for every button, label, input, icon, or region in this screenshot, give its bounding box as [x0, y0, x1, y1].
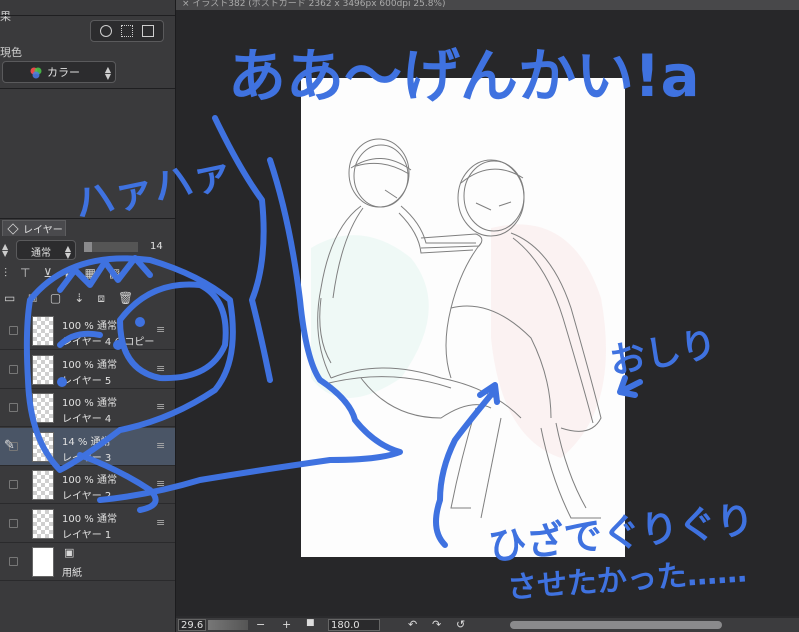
layer-row[interactable]: 100 % 通常 レイヤー 1 ≡	[0, 504, 175, 543]
drawing-paper[interactable]	[301, 78, 625, 557]
layer-opacity-mode: 100 % 通常	[62, 513, 117, 525]
menu-icon[interactable]: ≡	[156, 439, 165, 452]
menu-icon[interactable]: ≡	[156, 477, 165, 490]
color-mode-select[interactable]: カラー ▲ ▼	[2, 61, 116, 83]
layer-row[interactable]: ✎ 14 % 通常 レイヤー 3 ≡	[0, 427, 175, 466]
menu-icon[interactable]: ≡	[156, 516, 165, 529]
layer-opacity-mode: 100 % 通常	[62, 398, 117, 409]
left-panel: 果 現色 カラー ▲ ▼ レイヤー ▲ ▼ 通常 ▲ ▼ 14 ⫶ ⊤ ⊻ 🔒︎…	[0, 0, 176, 632]
divider	[0, 218, 175, 219]
paper-icon: ▣	[64, 546, 75, 559]
layer-thumbnail	[32, 431, 54, 462]
blend-mode-select[interactable]: 通常 ▲ ▼	[16, 240, 76, 260]
visibility-toggle[interactable]	[9, 518, 18, 528]
menu-icon[interactable]: ≡	[156, 400, 165, 413]
zoom-input[interactable]: 29.6	[178, 619, 206, 631]
visibility-toggle[interactable]	[9, 480, 18, 489]
layer-name: レイヤー 5	[62, 375, 112, 387]
layer-name: レイヤー 4 のコピー	[62, 337, 155, 348]
opacity-slider-fill	[84, 242, 92, 252]
layer-row[interactable]: 100 % 通常 レイヤー 5 ≡	[0, 350, 175, 389]
zoom-slider[interactable]	[208, 620, 248, 630]
layer-icon	[7, 223, 19, 235]
layer-thumbnail	[32, 393, 54, 423]
rotation-input[interactable]: 180.0	[328, 619, 380, 631]
chevron-updown-icon: ▲ ▼	[64, 244, 71, 260]
close-icon[interactable]: ×	[182, 0, 190, 9]
opacity-value[interactable]: 14	[150, 241, 163, 252]
layer-name: レイヤー 2	[62, 491, 112, 502]
chevron-updown-icon[interactable]: ▲ ▼	[2, 243, 8, 258]
effect-section-label: 果	[0, 10, 11, 23]
layer-toolbar-1: ⫶ ⊤ ⊻ 🔒︎ ▦ ▨	[0, 262, 175, 284]
layer-name: レイヤー 3	[62, 452, 112, 464]
merge-down-icon[interactable]: ⇣	[74, 291, 84, 305]
layer-name: レイヤー 1	[62, 529, 112, 541]
layer-toolbar-2: ▭ ⧉ ▢ ⇣ ⧈ 🗑︎	[0, 287, 175, 309]
draft-icon[interactable]: ⊻	[43, 266, 52, 280]
fit-button[interactable]: ■	[306, 618, 315, 628]
visibility-toggle[interactable]	[9, 326, 18, 335]
new-raster-layer-icon[interactable]: ▭	[4, 291, 15, 305]
horizontal-scrollbar[interactable]	[510, 621, 722, 629]
lock-icon[interactable]: 🔒︎	[65, 266, 71, 281]
divider	[0, 15, 175, 16]
layer-row[interactable]: 100 % 通常 レイヤー 2 ≡	[0, 466, 175, 504]
reference-icon[interactable]: ⊤	[20, 266, 30, 280]
status-bar: 29.6 − + ■ 180.0 ↶ ↷ ↺	[176, 618, 799, 632]
layer-opacity-mode: 14 % 通常	[62, 436, 111, 448]
zoom-in-button[interactable]: +	[282, 618, 291, 631]
rgb-circles-icon	[30, 67, 42, 79]
layer-thumbnail	[32, 547, 54, 577]
sketch-drawing	[311, 138, 606, 519]
layer-row[interactable]: ▣ 用紙	[0, 543, 175, 581]
tab-layer[interactable]: レイヤー	[2, 220, 66, 236]
trash-icon[interactable]: 🗑︎	[118, 291, 133, 305]
circle-effect-icon[interactable]	[99, 25, 112, 37]
visibility-toggle[interactable]	[9, 364, 18, 374]
divider	[0, 88, 175, 89]
menu-icon[interactable]: ≡	[156, 323, 165, 336]
pattern-effect-icon[interactable]	[120, 25, 133, 37]
app-window: 果 現色 カラー ▲ ▼ レイヤー ▲ ▼ 通常 ▲ ▼ 14 ⫶ ⊤ ⊻ 🔒︎…	[0, 0, 799, 632]
layer-row[interactable]: 100 % 通常 レイヤー 4 ≡	[0, 389, 175, 427]
color-mode-value: カラー	[47, 66, 80, 79]
color-section-label: 現色	[0, 46, 22, 59]
chevron-updown-icon: ▲ ▼	[104, 65, 111, 81]
layer-thumbnail	[32, 508, 54, 539]
mask-icon[interactable]: ▨	[109, 266, 120, 280]
visibility-toggle[interactable]	[9, 403, 18, 412]
layer-thumbnail	[32, 316, 54, 346]
layer-effect-selector[interactable]	[90, 20, 164, 42]
new-vector-layer-icon[interactable]: ⧉	[28, 291, 37, 306]
layer-thumbnail	[32, 470, 54, 500]
tab-layer-label: レイヤー	[23, 225, 63, 236]
layer-name: 用紙	[62, 568, 82, 579]
opacity-slider[interactable]	[84, 242, 138, 252]
layer-opacity-mode: 100 % 通常	[62, 321, 117, 332]
rotate-right-icon[interactable]: ↷	[432, 618, 441, 631]
zoom-out-button[interactable]: −	[256, 618, 265, 631]
document-tab[interactable]: × イラスト382 (ポストカード 2362 x 3496px 600dpi 2…	[176, 0, 799, 10]
blend-mode-value: 通常	[31, 248, 51, 259]
visibility-toggle[interactable]	[9, 557, 18, 566]
clip-icon[interactable]: ⫶	[4, 266, 7, 281]
layer-row[interactable]: 100 % 通常レイヤー 4 のコピー ≡	[0, 312, 175, 350]
document-title: イラスト382 (ポストカード 2362 x 3496px 600dpi 25.…	[192, 0, 446, 9]
layer-opacity-mode: 100 % 通常	[62, 475, 117, 486]
menu-icon[interactable]: ≡	[156, 362, 165, 375]
lock-transparent-icon[interactable]: ▦	[85, 266, 96, 280]
rotate-left-icon[interactable]: ↶	[408, 618, 417, 631]
pen-edit-icon: ✎	[4, 437, 15, 453]
square-effect-icon[interactable]	[142, 25, 155, 37]
new-folder-icon[interactable]: ▢	[50, 291, 61, 305]
duplicate-layer-icon[interactable]: ⧈	[97, 291, 105, 306]
layer-thumbnail	[32, 354, 54, 385]
layer-opacity-mode: 100 % 通常	[62, 359, 117, 371]
layer-name: レイヤー 4	[62, 414, 112, 425]
reset-rotation-icon[interactable]: ↺	[456, 618, 465, 631]
